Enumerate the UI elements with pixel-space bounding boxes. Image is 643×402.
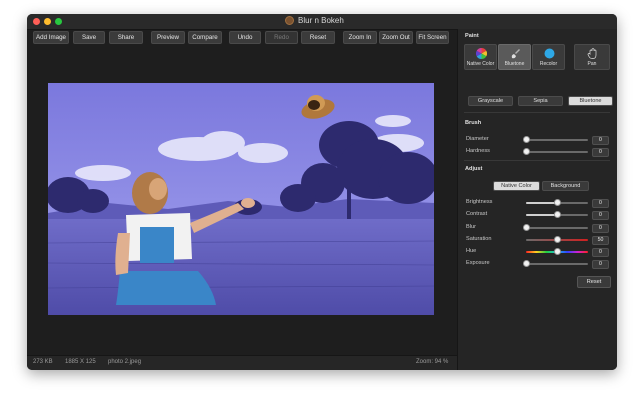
image-canvas[interactable] (27, 45, 457, 355)
divider (464, 160, 610, 161)
slider-track[interactable] (526, 227, 588, 229)
edited-photo[interactable] (48, 83, 434, 315)
diameter-value[interactable]: 0 (592, 136, 609, 145)
tools-panel: Paint Native Color Bluetone Recolor Pan … (457, 29, 617, 370)
add-image-button[interactable]: Add Image (33, 31, 69, 44)
slider-track[interactable] (526, 139, 588, 141)
contrast-value[interactable]: 0 (592, 211, 609, 220)
saturation-value[interactable]: 50 (592, 236, 609, 245)
slider-fill (526, 214, 557, 216)
compare-button[interactable]: Compare (188, 31, 222, 44)
color-wheel-icon (476, 48, 487, 59)
brightness-slider[interactable] (526, 199, 588, 207)
brush-icon (511, 49, 520, 59)
recolor-dot-icon (544, 48, 555, 59)
filter-bluetone[interactable]: Bluetone (568, 96, 613, 106)
slider-knob[interactable] (553, 199, 561, 206)
divider (464, 112, 610, 113)
app-window: Blur n Bokeh Add Image Save Share Previe… (27, 14, 617, 370)
zoom-in-button[interactable]: Zoom In (343, 31, 377, 44)
tool-label: Bluetone (504, 61, 525, 67)
saturation-slider[interactable] (526, 236, 588, 244)
paint-section-label: Paint (465, 33, 479, 39)
hardness-slider[interactable] (522, 148, 588, 156)
filter-sepia[interactable]: Sepia (518, 96, 563, 106)
close-window-button[interactable] (33, 18, 40, 25)
fit-screen-button[interactable]: Fit Screen (416, 31, 449, 44)
diameter-label: Diameter (466, 136, 489, 142)
status-bar: 273 KB 1885 X 125 photo 2.jpeg Zoom: 94 … (27, 355, 457, 370)
blur-slider[interactable] (522, 224, 588, 232)
exposure-label: Exposure (466, 260, 490, 266)
slider-knob[interactable] (522, 148, 530, 155)
redo-button[interactable]: Redo (265, 31, 298, 44)
photo-image (48, 83, 434, 315)
maximize-window-button[interactable] (55, 18, 62, 25)
slider-fill (526, 202, 557, 204)
hardness-value[interactable]: 0 (592, 148, 609, 157)
tool-pan[interactable]: Pan (574, 44, 610, 70)
brightness-value[interactable]: 0 (592, 199, 609, 208)
adjust-section-label: Adjust (465, 166, 483, 172)
minimize-window-button[interactable] (44, 18, 51, 25)
tool-recolor[interactable]: Recolor (532, 44, 565, 70)
blur-value[interactable]: 0 (592, 224, 609, 233)
slider-knob[interactable] (522, 224, 530, 231)
slider-knob[interactable] (553, 236, 561, 243)
hardness-label: Hardness (466, 148, 490, 154)
tool-native-color[interactable]: Native Color (464, 44, 497, 70)
hand-icon (587, 48, 597, 59)
save-button[interactable]: Save (73, 31, 105, 44)
slider-knob[interactable] (522, 260, 530, 267)
tool-label: Native Color (466, 61, 495, 67)
slider-track[interactable] (526, 263, 588, 265)
share-button[interactable]: Share (109, 31, 143, 44)
adjust-reset-button[interactable]: Reset (577, 276, 611, 288)
saturation-label: Saturation (466, 236, 492, 242)
zoom-level-text: Zoom: 94 % (416, 359, 449, 365)
undo-button[interactable]: Undo (229, 31, 261, 44)
exposure-value[interactable]: 0 (592, 260, 609, 269)
zoom-out-button[interactable]: Zoom Out (379, 31, 413, 44)
adjust-tab-native-color[interactable]: Native Color (493, 181, 540, 191)
title-bar: Blur n Bokeh (27, 14, 617, 30)
hue-label: Hue (466, 248, 477, 254)
hue-value[interactable]: 0 (592, 248, 609, 257)
preview-button[interactable]: Preview (151, 31, 185, 44)
exposure-slider[interactable] (522, 260, 588, 268)
tool-bluetone[interactable]: Bluetone (498, 44, 531, 70)
app-icon (285, 16, 294, 26)
tool-label: Recolor (539, 61, 558, 67)
slider-knob[interactable] (553, 211, 561, 218)
slider-knob[interactable] (553, 248, 561, 255)
dimensions-text: 1885 X 125 (65, 359, 96, 365)
contrast-slider[interactable] (526, 211, 588, 219)
filename-text: photo 2.jpeg (108, 359, 142, 365)
adjust-tab-background[interactable]: Background (542, 181, 589, 191)
hue-slider[interactable] (526, 248, 588, 256)
diameter-slider[interactable] (522, 136, 588, 144)
reset-button[interactable]: Reset (301, 31, 335, 44)
window-title: Blur n Bokeh (285, 16, 344, 26)
slider-track[interactable] (526, 151, 588, 153)
brightness-label: Brightness (466, 199, 493, 205)
window-title-text: Blur n Bokeh (298, 16, 344, 25)
slider-knob[interactable] (522, 136, 530, 143)
toolbar: Add Image Save Share Preview Compare Und… (27, 29, 457, 45)
tool-label: Pan (587, 61, 597, 67)
brush-section-label: Brush (465, 120, 482, 126)
contrast-label: Contrast (466, 211, 488, 217)
file-size-text: 273 KB (33, 359, 53, 365)
blur-label: Blur (466, 224, 476, 230)
filter-grayscale[interactable]: Grayscale (468, 96, 513, 106)
